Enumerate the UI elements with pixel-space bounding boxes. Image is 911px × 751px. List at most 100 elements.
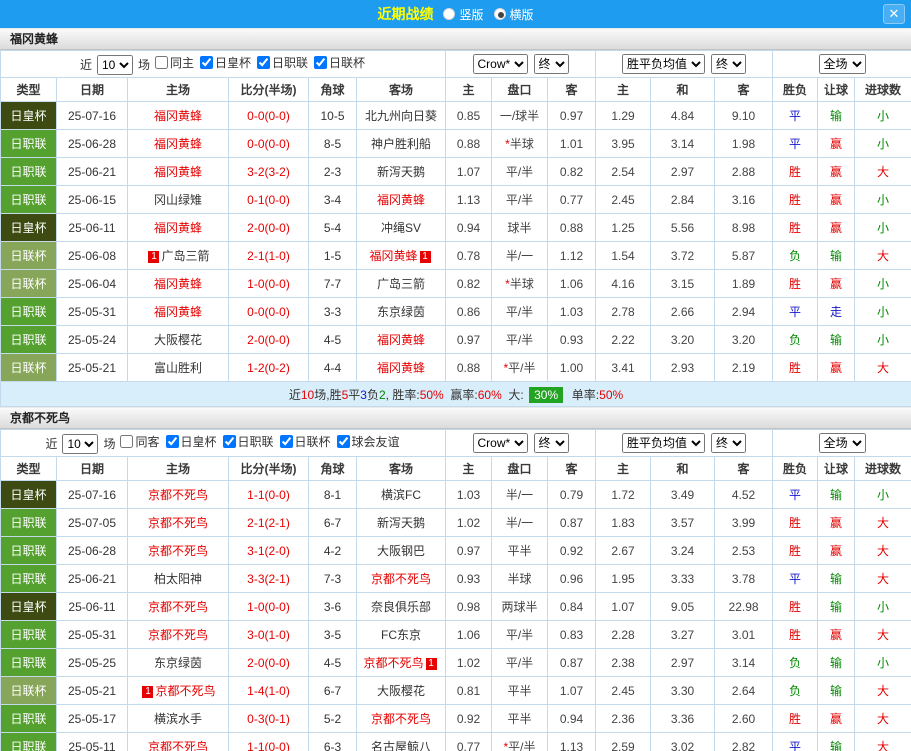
ah-home-odds: 1.03 [445, 480, 493, 509]
filter-checkbox[interactable]: 日职联 [222, 433, 274, 450]
team-name[interactable]: 福冈黄蜂 [154, 165, 202, 179]
competition-type: 日职联 [0, 325, 57, 354]
team-name[interactable]: 北九州向日葵 [365, 109, 437, 123]
filter-checkbox-input[interactable] [336, 434, 350, 448]
eu-time-select[interactable]: 终 [711, 433, 747, 453]
eu-time-select[interactable]: 终 [711, 54, 747, 74]
filter-checkbox[interactable]: 同客 [120, 433, 160, 450]
team-name[interactable]: 京都不死鸟 [148, 544, 208, 558]
filter-checkbox-input[interactable] [222, 434, 236, 448]
team-name[interactable]: 奈良俱乐部 [371, 600, 431, 614]
filter-checkbox[interactable]: 同主 [154, 54, 194, 71]
team-name[interactable]: 富山胜利 [154, 361, 202, 375]
ah-home-odds: 0.97 [445, 325, 492, 354]
layout-option-vertical[interactable]: 竖版 [443, 6, 484, 23]
team-name[interactable]: 福冈黄蜂 [369, 249, 417, 263]
ah-time-select[interactable]: 终 [533, 433, 569, 453]
eu-home-odds: 3.95 [595, 129, 652, 158]
home-team-cell: 福冈黄蜂 [127, 213, 229, 242]
team-name[interactable]: 福冈黄蜂 [154, 221, 202, 235]
filter-checkbox[interactable]: 日联杯 [314, 54, 365, 71]
team-name[interactable]: 大阪钢巴 [377, 544, 425, 558]
eu-away-odds: 3.14 [714, 648, 774, 677]
team-name[interactable]: 福冈黄蜂 [377, 193, 425, 207]
scope-select[interactable]: 全场 [818, 54, 866, 74]
eu-odds-select[interactable]: 胜平负均值 [622, 433, 706, 453]
score: 3-3(2-1) [228, 564, 309, 593]
team-name[interactable]: 神户胜利船 [371, 137, 431, 151]
filter-checkbox[interactable]: 日皇杯 [200, 54, 251, 71]
away-team-cell: 大阪樱花 [355, 676, 447, 705]
result-wdl: 胜 [772, 620, 819, 649]
filter-checkbox-input[interactable] [200, 55, 213, 69]
score: 0-0(0-0) [228, 297, 309, 326]
bookmaker-select[interactable]: Crow* [472, 54, 528, 74]
ah-time-select[interactable]: 终 [533, 54, 569, 74]
team-name[interactable]: 京都不死鸟 [371, 712, 431, 726]
result-handicap: 赢 [817, 213, 856, 242]
result-handicap: 赢 [817, 269, 856, 298]
team-name[interactable]: 横滨FC [381, 488, 421, 502]
score: 3-0(1-0) [228, 620, 309, 649]
result-wdl: 平 [772, 564, 819, 593]
team-name[interactable]: 福冈黄蜂 [377, 361, 425, 375]
score: 1-2(0-2) [228, 353, 309, 382]
filter-checkbox-input[interactable] [257, 55, 271, 69]
close-icon[interactable]: ✕ [883, 4, 905, 24]
team-name[interactable]: 京都不死鸟 [148, 516, 208, 530]
team-name[interactable]: 横滨水手 [154, 712, 202, 726]
eu-draw-odds: 2.93 [650, 353, 716, 382]
filter-checkbox[interactable]: 球会友谊 [336, 433, 400, 450]
team-name[interactable]: 新泻天鹅 [377, 516, 425, 530]
layout-option-horizontal[interactable]: 横版 [493, 6, 534, 23]
team-name[interactable]: 京都不死鸟 [148, 740, 208, 751]
team-name[interactable]: 福冈黄蜂 [377, 333, 425, 347]
team-name[interactable]: 京都不死鸟 [364, 656, 424, 670]
team-name[interactable]: 福冈黄蜂 [154, 305, 202, 319]
scope-select[interactable]: 全场 [818, 433, 866, 453]
column-header: 客 [714, 456, 774, 481]
team-name[interactable]: 福冈黄蜂 [154, 277, 202, 291]
match-row: 日职联 25-06-15 冈山绿雉 0-1(0-0) 3-4 福冈黄蜂 1.13… [0, 185, 911, 214]
team-name[interactable]: 大阪樱花 [154, 333, 202, 347]
team-name[interactable]: 大阪樱花 [377, 684, 425, 698]
team-name[interactable]: 东京绿茵 [377, 305, 425, 319]
team-name[interactable]: 广岛三箭 [377, 277, 425, 291]
team-name[interactable]: 东京绿茵 [154, 656, 202, 670]
recent-count-select[interactable]: 10 [62, 433, 99, 454]
team-name[interactable]: 福冈黄蜂 [154, 109, 202, 123]
team-name[interactable]: 名古屋鲸八 [371, 740, 431, 751]
team-name[interactable]: 京都不死鸟 [148, 628, 208, 642]
bookmaker-select[interactable]: Crow* [472, 433, 528, 453]
filter-checkbox-input[interactable] [165, 434, 179, 448]
team-name[interactable]: 京都不死鸟 [155, 684, 215, 698]
recent-count-select[interactable]: 10 [96, 54, 133, 75]
eu-draw-odds: 3.27 [650, 620, 716, 649]
corners: 8-1 [308, 480, 357, 509]
team-name[interactable]: 京都不死鸟 [371, 572, 431, 586]
team-name[interactable]: FC东京 [381, 628, 421, 642]
team-name[interactable]: 柏太阳神 [154, 572, 202, 586]
filter-checkbox-input[interactable] [314, 55, 328, 69]
result-goals: 小 [854, 297, 911, 326]
filter-checkbox-input[interactable] [279, 434, 293, 448]
eu-away-odds: 22.98 [714, 592, 774, 621]
team-name[interactable]: 新泻天鹅 [377, 165, 425, 179]
team-name[interactable]: 京都不死鸟 [148, 600, 208, 614]
match-date: 25-06-15 [56, 185, 128, 214]
filter-checkbox[interactable]: 日职联 [257, 54, 308, 71]
filter-checkbox[interactable]: 日联杯 [279, 433, 331, 450]
eu-odds-select[interactable]: 胜平负均值 [622, 54, 706, 74]
team-name[interactable]: 广岛三箭 [161, 249, 209, 263]
result-handicap: 赢 [817, 353, 856, 382]
team-name[interactable]: 京都不死鸟 [148, 488, 208, 502]
team-name[interactable]: 冈山绿雉 [154, 193, 202, 207]
match-filter-cell: 近 10 场 同主 日皇杯 日职联 日联杯 [0, 50, 446, 78]
ah-line: *半球 [491, 269, 548, 298]
filter-checkbox[interactable]: 日皇杯 [165, 433, 217, 450]
team-name[interactable]: 福冈黄蜂 [154, 137, 202, 151]
result-wdl: 平 [772, 297, 819, 326]
filter-checkbox-input[interactable] [120, 434, 134, 448]
team-name[interactable]: 冲绳SV [381, 221, 421, 235]
filter-checkbox-input[interactable] [154, 55, 168, 69]
